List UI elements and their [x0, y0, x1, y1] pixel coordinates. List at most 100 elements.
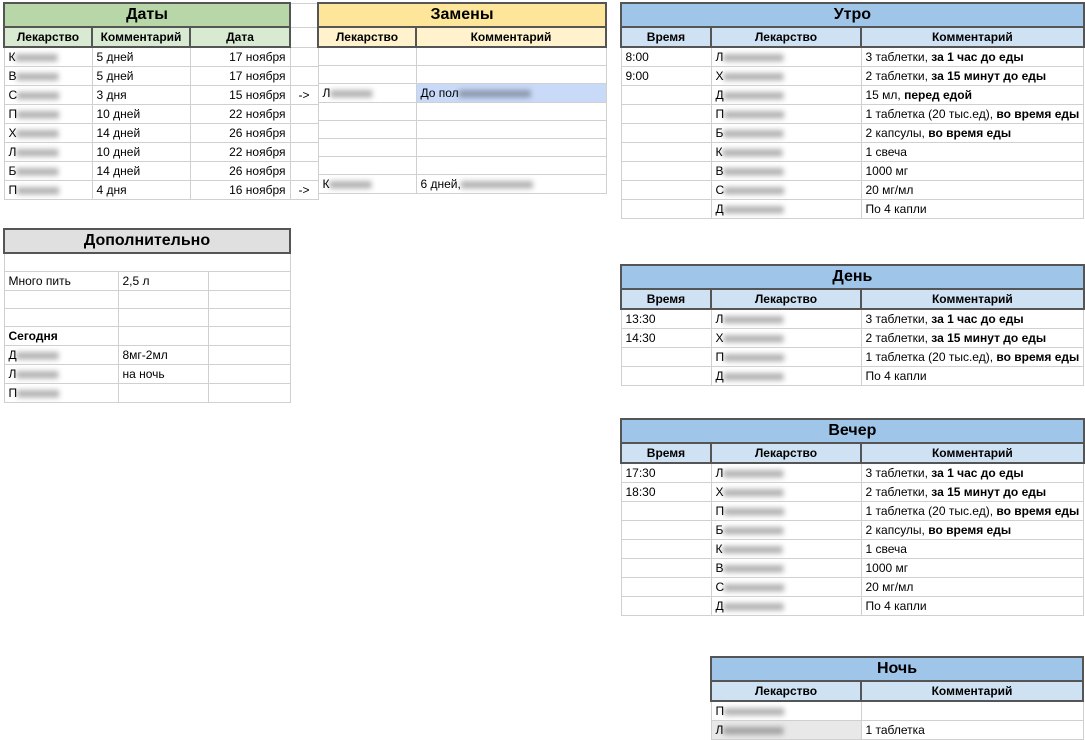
table-row-comment[interactable]: 10 дней [92, 105, 190, 124]
table-row-med[interactable]: Дxxxxxxx [4, 345, 118, 364]
table-row-time[interactable] [621, 597, 711, 616]
table-row-med[interactable]: Сxxxxxxxxxx [711, 181, 861, 200]
table-row-med[interactable]: Лxxxxxxxxxx [711, 47, 861, 67]
table-row-time[interactable] [621, 559, 711, 578]
table-row-comment[interactable]: 14 дней [92, 162, 190, 181]
table-row-time[interactable] [621, 540, 711, 559]
table-row-med[interactable]: Бxxxxxxx [4, 162, 92, 181]
table-row-time[interactable] [621, 162, 711, 181]
table-row-med[interactable]: Вxxxxxxx [4, 67, 92, 86]
table-row-med[interactable] [318, 138, 416, 156]
table-row-med[interactable]: Дxxxxxxxxxx [711, 200, 861, 219]
table-row-comment[interactable]: 2 капсулы, во время еды [861, 521, 1084, 540]
table-row-date[interactable]: 26 ноября [190, 124, 290, 143]
table-row-med[interactable]: Вxxxxxxxxxx [711, 559, 861, 578]
table-row-comment[interactable] [118, 383, 208, 402]
table-row-med[interactable]: Лxxxxxxx [318, 83, 416, 102]
table-row-date[interactable]: 26 ноября [190, 162, 290, 181]
table-row-time[interactable]: 9:00 [621, 67, 711, 86]
table-row-time[interactable]: 13:30 [621, 309, 711, 329]
table-row-comment[interactable] [416, 102, 606, 120]
table-row-time[interactable] [621, 367, 711, 386]
table-row-comment[interactable] [416, 65, 606, 83]
table-row-med[interactable]: Бxxxxxxxxxx [711, 124, 861, 143]
table-row-med[interactable]: Бxxxxxxxxxx [711, 521, 861, 540]
evening-table[interactable]: Вечер Время Лекарство Комментарий 17:30Л… [620, 418, 1085, 616]
table-row-med[interactable]: Кxxxxxxxxxx [711, 143, 861, 162]
table-row-time[interactable] [621, 502, 711, 521]
table-row-med[interactable]: Дxxxxxxxxxx [711, 367, 861, 386]
table-row-med[interactable]: Хxxxxxxxxxx [711, 483, 861, 502]
table-row-comment[interactable]: 1 таблетка (20 тыс.ед), во время еды [861, 348, 1084, 367]
table-row-med[interactable]: Сxxxxxxxxxx [711, 578, 861, 597]
table-row-time[interactable] [621, 124, 711, 143]
table-row-comment[interactable]: По 4 капли [861, 200, 1084, 219]
table-row-med[interactable] [318, 65, 416, 83]
day-table[interactable]: День Время Лекарство Комментарий 13:30Лx… [620, 264, 1085, 386]
spreadsheet[interactable]: Даты Лекарство Комментарий Дата Кxxxxxxx… [0, 0, 1085, 726]
table-row-comment[interactable]: 2 таблетки, за 15 минут до еды [861, 329, 1084, 348]
table-row-comment[interactable]: 8мг-2мл [118, 345, 208, 364]
table-row-time[interactable] [621, 200, 711, 219]
table-row-comment[interactable]: 5 дней [92, 47, 190, 67]
table-row-med[interactable]: Лxxxxxxx [4, 143, 92, 162]
table-row-time[interactable] [621, 105, 711, 124]
table-row-med[interactable]: Лxxxxxxx [4, 364, 118, 383]
table-row-med[interactable]: Вxxxxxxxxxx [711, 162, 861, 181]
table-row-med[interactable]: Пxxxxxxxxxx [711, 348, 861, 367]
table-row-comment[interactable]: 20 мг/мл [861, 578, 1084, 597]
table-row-comment[interactable]: По 4 капли [861, 367, 1084, 386]
table-row-med[interactable] [318, 156, 416, 174]
table-row-med[interactable]: Хxxxxxxx [4, 124, 92, 143]
table-row-comment[interactable]: 14 дней [92, 124, 190, 143]
table-row-comment[interactable]: 1000 мг [861, 559, 1084, 578]
table-row-comment[interactable]: 6 дней,xxxxxxxxxxxx [416, 174, 606, 193]
extra-table[interactable]: Дополнительно Много пить 2,5 л Сегодня Д… [3, 228, 291, 403]
table-row-date[interactable]: 17 ноября [190, 47, 290, 67]
table-row-comment[interactable]: 2 таблетки, за 15 минут до еды [861, 483, 1084, 502]
table-row-comment[interactable]: 2 капсулы, во время еды [861, 124, 1084, 143]
night-table[interactable]: Ночь Лекарство Комментарий ПxxxxxxxxxxЛx… [710, 656, 1084, 740]
dates-table[interactable]: Даты Лекарство Комментарий Дата Кxxxxxxx… [3, 2, 319, 200]
table-row-comment[interactable] [861, 701, 1083, 721]
table-row-comment[interactable]: 10 дней [92, 143, 190, 162]
table-row-date[interactable]: 22 ноября [190, 143, 290, 162]
table-row-time[interactable] [621, 348, 711, 367]
table-row-med[interactable]: Пxxxxxxxxxx [711, 502, 861, 521]
table-row-comment[interactable]: на ночь [118, 364, 208, 383]
table-row-comment[interactable]: 4 дня [92, 181, 190, 200]
table-row-time[interactable] [621, 143, 711, 162]
table-row-date[interactable]: 22 ноября [190, 105, 290, 124]
table-row-comment[interactable]: 1 таблетка (20 тыс.ед), во время еды [861, 502, 1084, 521]
table-row-med[interactable]: Кxxxxxxx [318, 174, 416, 193]
table-row-med[interactable] [318, 120, 416, 138]
extra-row1-b[interactable]: 2,5 л [118, 271, 208, 290]
table-row-time[interactable] [621, 181, 711, 200]
table-row-med[interactable]: Пxxxxxxx [4, 383, 118, 402]
table-row-comment[interactable]: 1 таблетка [861, 721, 1083, 740]
table-row-med[interactable]: Пxxxxxxx [4, 181, 92, 200]
table-row-med[interactable]: Хxxxxxxxxxx [711, 67, 861, 86]
table-row-comment[interactable]: 2 таблетки, за 15 минут до еды [861, 67, 1084, 86]
table-row-comment[interactable] [416, 120, 606, 138]
table-row-med[interactable]: Лxxxxxxxxxx [711, 721, 861, 740]
table-row-comment[interactable]: По 4 капли [861, 597, 1084, 616]
table-row-med[interactable]: Лxxxxxxxxxx [711, 309, 861, 329]
table-row-comment[interactable]: 1000 мг [861, 162, 1084, 181]
morning-table[interactable]: Утро Время Лекарство Комментарий 8:00Лxx… [620, 2, 1085, 219]
table-row-med[interactable] [318, 102, 416, 120]
table-row-comment[interactable]: 5 дней [92, 67, 190, 86]
table-row-med[interactable]: Пxxxxxxxxxx [711, 105, 861, 124]
table-row-med[interactable]: Кxxxxxxxxxx [711, 540, 861, 559]
table-row-comment[interactable]: 3 таблетки, за 1 час до еды [861, 309, 1084, 329]
table-row-comment[interactable]: 3 дня [92, 86, 190, 105]
replacements-table[interactable]: Замены Лекарство Комментарий ЛxxxxxxxДо … [317, 2, 607, 194]
table-row-comment[interactable]: 1 свеча [861, 540, 1084, 559]
table-row-comment[interactable] [416, 156, 606, 174]
table-row-comment[interactable]: До полxxxxxxxxxxxx [416, 83, 606, 102]
table-row-time[interactable]: 17:30 [621, 463, 711, 483]
table-row-time[interactable] [621, 521, 711, 540]
extra-row1-a[interactable]: Много пить [4, 271, 118, 290]
table-row-comment[interactable] [416, 47, 606, 65]
table-row-time[interactable]: 8:00 [621, 47, 711, 67]
